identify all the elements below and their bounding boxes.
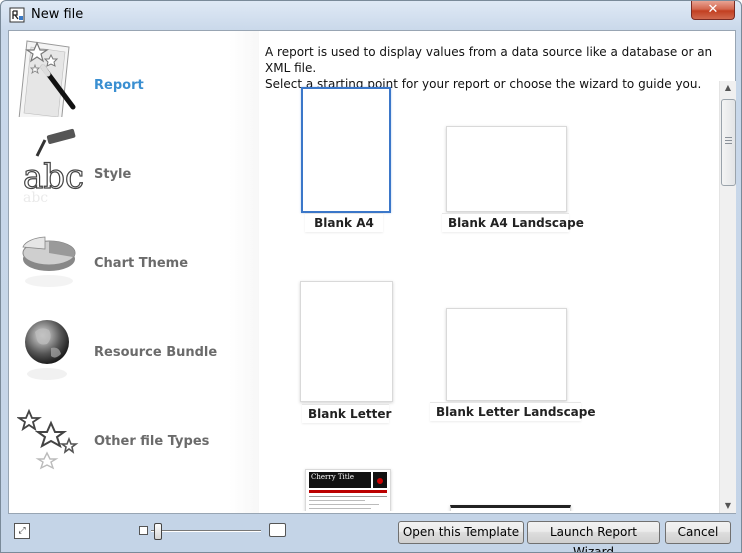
cancel-button[interactable]: Cancel: [665, 521, 731, 544]
scroll-down-arrow-icon[interactable]: ▼: [720, 499, 736, 513]
sidebar-item-other-file-types[interactable]: Other file Types: [9, 387, 259, 475]
cherry-title: Cherry Title: [311, 473, 354, 481]
zoom-slider-track[interactable]: [151, 530, 261, 532]
template-label: Blank A4: [305, 213, 383, 232]
stars-icon: [17, 408, 79, 470]
template-label: Blank A4 Landscape: [442, 213, 584, 232]
description-line: A report is used to display values from …: [265, 45, 713, 75]
dialog-content: Report abc abc Style Chart Theme Resourc…: [8, 30, 736, 514]
style-brush-icon: abc abc: [22, 128, 83, 206]
sidebar-item-label: Other file Types: [94, 434, 210, 449]
template-gallery: Blank A4 Blank A4 Landscape Blank Letter…: [265, 81, 717, 511]
template-thumbnail[interactable]: [301, 87, 391, 213]
sidebar-item-style[interactable]: abc abc Style: [9, 120, 259, 208]
template-thumbnail[interactable]: [300, 281, 393, 402]
sidebar-item-label: Report: [94, 78, 144, 93]
sidebar-item-label: Resource Bundle: [94, 345, 218, 360]
zoom-out-icon[interactable]: [139, 526, 148, 535]
title-bar[interactable]: New file ✕: [1, 1, 741, 29]
cherry-image: [373, 472, 387, 488]
window-title: New file: [31, 7, 84, 22]
new-file-dialog: New file ✕ Report abc abc Style Chart Th…: [0, 0, 742, 553]
template-label: Blank Letter: [302, 404, 391, 423]
template-scrollbar[interactable]: ▲ ▼: [719, 81, 736, 513]
globe-icon: [25, 320, 69, 380]
fit-to-window-icon[interactable]: ⤢: [14, 523, 30, 539]
template-thumbnail[interactable]: [446, 308, 567, 401]
jaspersoft-app-icon: [9, 7, 25, 23]
sidebar-item-label: Style: [94, 167, 132, 182]
scroll-up-arrow-icon[interactable]: ▲: [720, 81, 736, 95]
pie-chart-icon: [22, 236, 76, 287]
template-thumbnail[interactable]: Cherry Title: [305, 469, 391, 511]
svg-text:abc: abc: [23, 190, 48, 206]
template-thumbnail[interactable]: [450, 505, 571, 511]
close-button[interactable]: ✕: [691, 1, 735, 20]
launch-wizard-button[interactable]: Launch Report Wizard: [527, 521, 660, 552]
category-sidebar: Report abc abc Style Chart Theme Resourc…: [9, 31, 259, 513]
scrollbar-thumb[interactable]: [721, 99, 736, 186]
sidebar-item-resource-bundle[interactable]: Resource Bundle: [9, 298, 259, 386]
footer-bar: ⤢ Open this Template Launch Report Wizar…: [1, 513, 741, 552]
report-wand-icon: [18, 40, 76, 117]
template-thumbnail[interactable]: [446, 126, 567, 212]
template-label: Blank Letter Landscape: [430, 402, 596, 421]
sidebar-item-report[interactable]: Report: [9, 31, 259, 119]
sidebar-item-chart-theme[interactable]: Chart Theme: [9, 209, 259, 297]
zoom-in-icon[interactable]: [269, 523, 286, 537]
cherry-title-bar: Cherry Title: [309, 472, 371, 488]
open-template-button[interactable]: Open this Template: [398, 521, 524, 544]
cherry-header-rule: [309, 490, 387, 493]
sidebar-item-label: Chart Theme: [94, 256, 189, 271]
zoom-slider-handle[interactable]: [154, 523, 162, 540]
